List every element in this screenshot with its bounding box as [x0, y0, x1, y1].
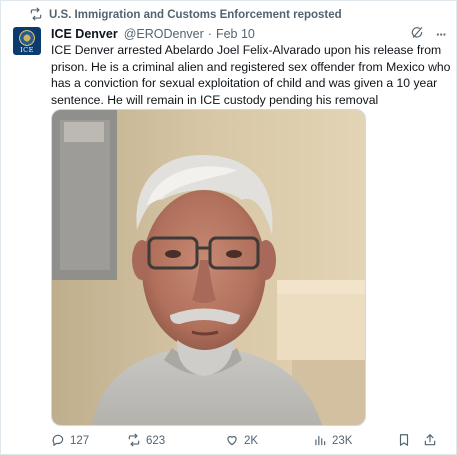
repost-action-icon: [127, 433, 141, 450]
author-name[interactable]: ICE Denver: [51, 27, 118, 41]
header-actions: ···: [410, 26, 447, 43]
reply-count: 127: [70, 435, 90, 447]
views-icon: [313, 433, 327, 450]
repost-button[interactable]: 623: [127, 433, 225, 450]
tweet-card[interactable]: U.S. Immigration and Customs Enforcement…: [0, 0, 457, 455]
author-handle[interactable]: @ERODenver: [124, 27, 204, 41]
like-button[interactable]: 2K: [225, 433, 313, 450]
repost-banner: U.S. Immigration and Customs Enforcement…: [29, 7, 342, 23]
separator-dot: ·: [207, 27, 212, 41]
repost-count: 623: [146, 435, 166, 447]
share-icon: [423, 433, 437, 450]
tweet-date[interactable]: Feb 10: [216, 27, 255, 41]
tweet-text: ICE Denver arrested Abelardo Joel Felix-…: [51, 43, 451, 107]
action-bar: 127 623 2K 23K: [51, 433, 447, 449]
more-options-icon[interactable]: ···: [436, 27, 447, 42]
photo-illustration: [52, 110, 365, 425]
bookmark-icon: [397, 433, 411, 450]
grok-icon[interactable]: [410, 26, 424, 43]
reply-icon: [51, 433, 65, 450]
repost-icon: [29, 7, 43, 24]
repost-banner-text[interactable]: U.S. Immigration and Customs Enforcement…: [49, 9, 342, 21]
tweet-header: ICE Denver @ERODenver · Feb 10 ···: [51, 25, 447, 43]
view-count: 23K: [332, 435, 353, 447]
avatar[interactable]: ICE: [13, 27, 41, 55]
seal-logo: [19, 30, 35, 46]
bookmark-button[interactable]: [397, 433, 423, 450]
views-button[interactable]: 23K: [313, 433, 397, 450]
reply-button[interactable]: 127: [51, 433, 127, 450]
heart-icon: [225, 433, 239, 450]
like-count: 2K: [244, 435, 259, 447]
share-button[interactable]: [423, 433, 443, 450]
tweet-photo[interactable]: [51, 109, 366, 426]
avatar-text: ICE: [20, 46, 34, 54]
